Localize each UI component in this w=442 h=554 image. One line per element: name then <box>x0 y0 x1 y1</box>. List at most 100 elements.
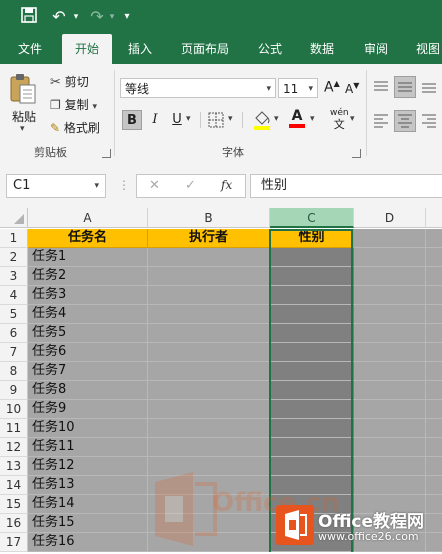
table-cell[interactable] <box>148 305 270 324</box>
fill-color-dropdown-icon[interactable]: ▾ <box>274 114 279 124</box>
copy-button[interactable]: ❐ 复制 ▾ <box>50 96 97 113</box>
align-bottom-icon[interactable] <box>420 78 438 99</box>
task-name-cell[interactable]: 任务2 <box>28 267 148 286</box>
table-cell[interactable] <box>270 381 354 400</box>
underline-dropdown-icon[interactable]: ▾ <box>186 114 191 124</box>
borders-dropdown-icon[interactable]: ▾ <box>228 114 233 124</box>
save-icon[interactable] <box>18 7 40 27</box>
bold-button[interactable]: B <box>122 110 142 130</box>
name-box[interactable]: C1 ▾ <box>6 174 106 198</box>
table-cell[interactable] <box>426 343 442 362</box>
font-name-select[interactable]: 等线 ▾ <box>120 78 276 98</box>
splitter-icon[interactable]: ⋮ <box>118 178 130 192</box>
table-cell[interactable] <box>270 286 354 305</box>
column-header-d[interactable]: D <box>354 208 426 228</box>
format-painter-button[interactable]: ✎ 格式刷 <box>50 119 100 136</box>
table-cell[interactable] <box>354 381 426 400</box>
row-header[interactable]: 8 <box>0 362 28 381</box>
tab-file[interactable]: 文件 <box>8 34 52 64</box>
header-cell[interactable]: 执行者 <box>148 229 270 248</box>
task-name-cell[interactable]: 任务11 <box>28 438 148 457</box>
task-name-cell[interactable]: 任务1 <box>28 248 148 267</box>
cut-button[interactable]: ✂ 剪切 <box>50 73 89 90</box>
row-header[interactable]: 11 <box>0 419 28 438</box>
tab-view[interactable]: 视图 <box>406 34 442 64</box>
table-cell[interactable] <box>270 419 354 438</box>
table-cell[interactable] <box>426 286 442 305</box>
table-cell[interactable] <box>354 438 426 457</box>
task-name-cell[interactable]: 任务12 <box>28 457 148 476</box>
table-cell[interactable] <box>270 476 354 495</box>
table-cell[interactable] <box>270 267 354 286</box>
table-cell[interactable] <box>270 457 354 476</box>
task-name-cell[interactable]: 任务9 <box>28 400 148 419</box>
task-name-cell[interactable]: 任务13 <box>28 476 148 495</box>
column-header-a[interactable]: A <box>28 208 148 228</box>
worksheet-grid[interactable]: A B C D 1 任务名 执行者 性别 2 任务1 3 任务2 4 任务3 5 任务4 6 任务5 7 任务… <box>0 208 442 552</box>
row-header[interactable]: 4 <box>0 286 28 305</box>
table-cell[interactable] <box>354 286 426 305</box>
underline-button[interactable]: U <box>167 110 187 130</box>
task-name-cell[interactable]: 任务8 <box>28 381 148 400</box>
tab-page-layout[interactable]: 页面布局 <box>172 34 238 64</box>
column-header-c[interactable]: C <box>270 208 354 228</box>
table-cell[interactable] <box>426 438 442 457</box>
font-size-select[interactable]: 11 ▾ <box>278 78 318 98</box>
paste-icon[interactable] <box>8 72 42 112</box>
table-cell[interactable] <box>270 533 354 552</box>
font-launcher-icon[interactable] <box>352 149 361 158</box>
table-cell[interactable] <box>426 305 442 324</box>
task-name-cell[interactable]: 任务14 <box>28 495 148 514</box>
paste-button[interactable]: 粘贴 <box>12 108 36 125</box>
redo-dropdown-icon[interactable]: ▾ <box>106 7 118 27</box>
table-cell[interactable] <box>426 381 442 400</box>
table-cell[interactable] <box>354 514 426 533</box>
tab-formulas[interactable]: 公式 <box>248 34 292 64</box>
table-cell[interactable] <box>148 400 270 419</box>
table-cell[interactable] <box>148 324 270 343</box>
task-name-cell[interactable]: 任务3 <box>28 286 148 305</box>
row-header[interactable]: 14 <box>0 476 28 495</box>
table-cell[interactable] <box>426 514 442 533</box>
table-cell[interactable] <box>148 514 270 533</box>
borders-icon[interactable] <box>208 112 224 131</box>
align-top-icon[interactable] <box>372 78 390 99</box>
row-header[interactable]: 5 <box>0 305 28 324</box>
cancel-icon[interactable]: ✕ <box>149 178 160 193</box>
task-name-cell[interactable]: 任务10 <box>28 419 148 438</box>
row-header[interactable]: 6 <box>0 324 28 343</box>
table-cell[interactable] <box>148 476 270 495</box>
align-middle-icon[interactable] <box>394 76 416 98</box>
customize-icon[interactable]: ▾ <box>120 7 134 27</box>
table-cell[interactable] <box>270 248 354 267</box>
table-cell[interactable] <box>270 305 354 324</box>
table-cell[interactable] <box>148 286 270 305</box>
table-cell[interactable] <box>270 438 354 457</box>
paste-dropdown-icon[interactable]: ▾ <box>20 124 25 134</box>
row-header[interactable]: 17 <box>0 533 28 552</box>
table-cell[interactable] <box>426 419 442 438</box>
table-cell[interactable] <box>354 476 426 495</box>
row-header[interactable]: 2 <box>0 248 28 267</box>
phonetic-guide-button[interactable]: wén 文 <box>330 108 349 130</box>
table-cell[interactable] <box>148 457 270 476</box>
table-cell[interactable] <box>354 362 426 381</box>
task-name-cell[interactable]: 任务15 <box>28 514 148 533</box>
table-cell[interactable] <box>426 400 442 419</box>
table-cell[interactable] <box>354 324 426 343</box>
task-name-cell[interactable]: 任务16 <box>28 533 148 552</box>
table-cell[interactable] <box>354 267 426 286</box>
align-center-icon[interactable] <box>394 110 416 132</box>
table-cell[interactable] <box>426 324 442 343</box>
table-cell[interactable] <box>270 362 354 381</box>
table-cell[interactable] <box>354 229 426 248</box>
table-cell[interactable] <box>354 457 426 476</box>
table-cell[interactable] <box>148 343 270 362</box>
header-cell[interactable]: 任务名 <box>28 229 148 248</box>
font-color-button[interactable]: A <box>288 108 306 128</box>
row-header[interactable]: 15 <box>0 495 28 514</box>
table-cell[interactable] <box>354 305 426 324</box>
table-cell[interactable] <box>148 362 270 381</box>
table-cell[interactable] <box>270 495 354 514</box>
undo-dropdown-icon[interactable]: ▾ <box>70 7 82 27</box>
